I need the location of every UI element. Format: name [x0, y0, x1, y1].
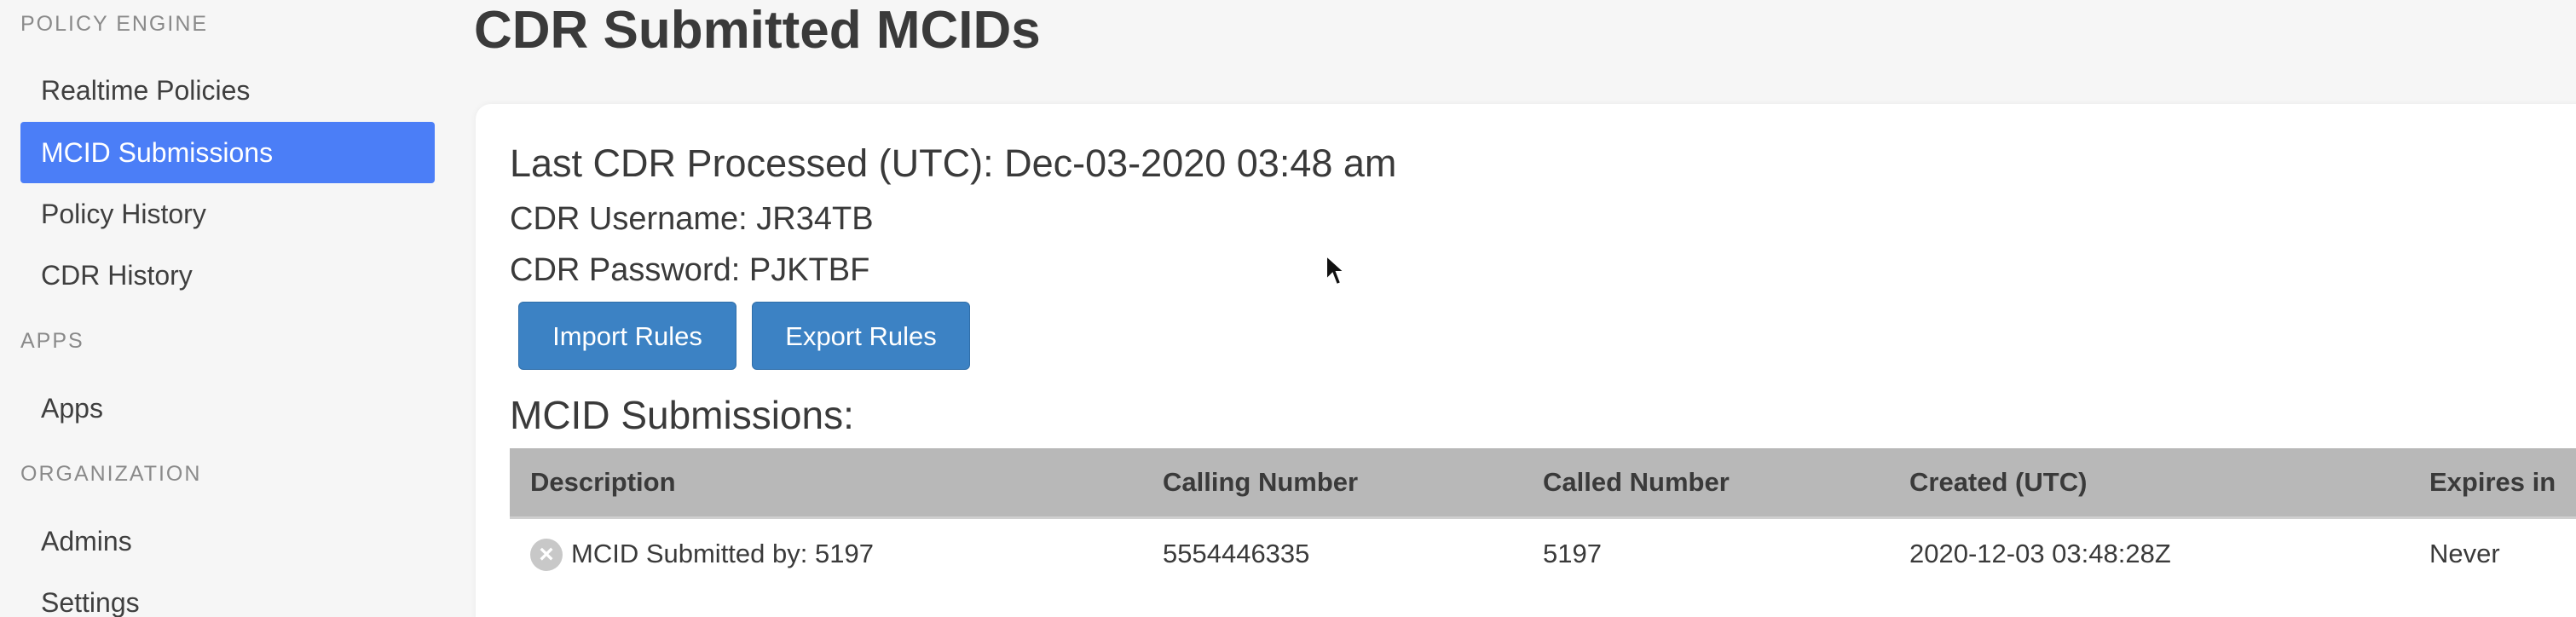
section-header-policy-engine: POLICY ENGINE	[20, 12, 209, 36]
import-rules-button[interactable]: Import Rules	[518, 302, 736, 370]
table-header-row: Description Calling Number Called Number…	[510, 448, 2576, 519]
sidebar-item-settings[interactable]: Settings	[20, 572, 435, 617]
remove-icon[interactable]: ×	[530, 539, 563, 571]
sidebar: POLICY ENGINE Realtime Policies MCID Sub…	[0, 0, 453, 617]
export-rules-button[interactable]: Export Rules	[752, 302, 970, 370]
page-title: CDR Submitted MCIDs	[474, 1, 1041, 60]
content-card: Last CDR Processed (UTC): Dec-03-2020 03…	[476, 104, 2576, 617]
cell-calling-number: 5554446335	[1163, 539, 1310, 568]
app-page: POLICY ENGINE Realtime Policies MCID Sub…	[0, 0, 2576, 617]
submissions-heading: MCID Submissions:	[510, 393, 854, 437]
sidebar-item-cdr-history[interactable]: CDR History	[20, 245, 435, 306]
column-header-called-number[interactable]: Called Number	[1543, 448, 1730, 516]
sidebar-item-apps[interactable]: Apps	[20, 378, 435, 439]
column-header-expires-in[interactable]: Expires in	[2429, 448, 2556, 516]
sidebar-item-mcid-submissions[interactable]: MCID Submissions	[20, 122, 435, 183]
cdr-password: CDR Password: PJKTBF	[510, 252, 870, 288]
cell-expires-in: Never	[2429, 539, 2500, 568]
mouse-cursor-icon	[1326, 254, 1345, 286]
column-header-created[interactable]: Created (UTC)	[1909, 448, 2087, 516]
table-row: × MCID Submitted by: 5197 5554446335 519…	[510, 520, 2576, 588]
column-header-description[interactable]: Description	[530, 448, 676, 516]
last-cdr-processed: Last CDR Processed (UTC): Dec-03-2020 03…	[510, 141, 1397, 185]
section-header-apps: APPS	[20, 329, 84, 353]
cell-called-number: 5197	[1543, 539, 1602, 568]
cell-description: MCID Submitted by: 5197	[571, 539, 874, 568]
sidebar-item-realtime-policies[interactable]: Realtime Policies	[20, 60, 435, 121]
column-header-calling-number[interactable]: Calling Number	[1163, 448, 1358, 516]
cdr-username: CDR Username: JR34TB	[510, 201, 874, 237]
sidebar-item-admins[interactable]: Admins	[20, 510, 435, 572]
sidebar-item-policy-history[interactable]: Policy History	[20, 183, 435, 245]
section-header-organization: ORGANIZATION	[20, 462, 202, 486]
cell-created: 2020-12-03 03:48:28Z	[1909, 539, 2171, 568]
